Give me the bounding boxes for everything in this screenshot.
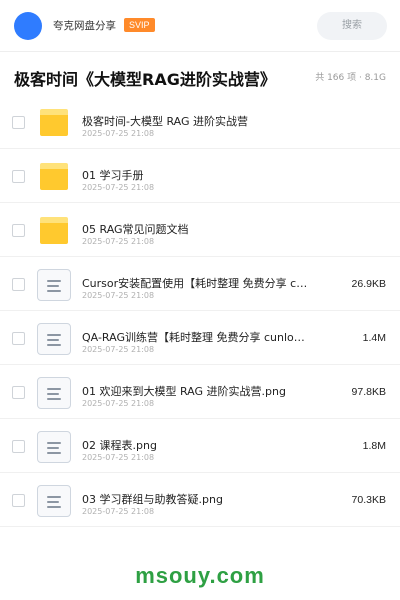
file-size: 26.9KB [351, 278, 386, 290]
document-icon [37, 323, 71, 355]
page-title: 极客时间《大模型RAG进阶实战营》 [14, 70, 276, 89]
row-checkbox[interactable] [12, 278, 25, 291]
row-checkbox[interactable] [12, 224, 25, 237]
file-date: 2025-07-25 21:08 [82, 399, 155, 408]
file-date: 2025-07-25 21:08 [82, 345, 155, 354]
file-name: 01 欢迎来到大模型 RAG 进阶实战营.png [82, 385, 286, 398]
header: 夸克网盘分享 SVIP 搜索 [0, 0, 400, 52]
folder-icon [40, 217, 68, 244]
file-size: 1.8M [362, 440, 386, 452]
file-row[interactable]: 03 学习群组与助教答疑.png 2025-07-25 21:08 70.3KB [0, 473, 400, 527]
file-date: 2025-07-25 21:08 [82, 291, 155, 300]
file-name: Cursor安装配置使用【耗时整理 免费分享 cu… [82, 277, 312, 290]
file-name: 03 学习群组与助教答疑.png [82, 493, 223, 506]
folder-icon [40, 163, 68, 190]
file-row[interactable]: Cursor安装配置使用【耗时整理 免费分享 cu… 2025-07-25 21:… [0, 257, 400, 311]
row-checkbox[interactable] [12, 332, 25, 345]
file-date: 2025-07-25 21:08 [82, 183, 155, 192]
title-bar: 极客时间《大模型RAG进阶实战营》 共 166 项 · 8.1G [0, 52, 400, 98]
search-button[interactable]: 搜索 [317, 12, 387, 40]
file-name: 01 学习手册 [82, 169, 144, 182]
file-size: 70.3KB [351, 494, 386, 506]
folder-row[interactable]: 极客时间-大模型 RAG 进阶实战营 2025-07-25 21:08 [0, 95, 400, 149]
file-size: 1.4M [362, 332, 386, 344]
row-checkbox[interactable] [12, 494, 25, 507]
row-checkbox[interactable] [12, 440, 25, 453]
file-name: QA-RAG训练营【耗时整理 免费分享 cunlo… [82, 331, 305, 344]
document-icon [37, 269, 71, 301]
file-row[interactable]: QA-RAG训练营【耗时整理 免费分享 cunlo… 2025-07-25 21:… [0, 311, 400, 365]
file-name: 05 RAG常见问题文档 [82, 223, 189, 236]
document-icon [37, 431, 71, 463]
svip-badge: SVIP [124, 18, 155, 32]
file-name: 02 课程表.png [82, 439, 157, 452]
file-name: 极客时间-大模型 RAG 进阶实战营 [82, 115, 249, 128]
folder-row[interactable]: 01 学习手册 2025-07-25 21:08 [0, 149, 400, 203]
file-size: 97.8KB [351, 386, 386, 398]
row-checkbox[interactable] [12, 116, 25, 129]
file-date: 2025-07-25 21:08 [82, 507, 155, 516]
item-summary: 共 166 项 · 8.1G [315, 73, 386, 83]
avatar[interactable] [14, 12, 42, 40]
folder-row[interactable]: 05 RAG常见问题文档 2025-07-25 21:08 [0, 203, 400, 257]
file-row[interactable]: 01 欢迎来到大模型 RAG 进阶实战营.png 2025-07-25 21:08… [0, 365, 400, 419]
app-name: 夸克网盘分享 [53, 20, 116, 32]
file-date: 2025-07-25 21:08 [82, 453, 155, 462]
file-date: 2025-07-25 21:08 [82, 129, 155, 138]
row-checkbox[interactable] [12, 170, 25, 183]
folder-icon [40, 109, 68, 136]
row-checkbox[interactable] [12, 386, 25, 399]
document-icon [37, 485, 71, 517]
file-date: 2025-07-25 21:08 [82, 237, 155, 246]
watermark: msouy.com [135, 563, 265, 588]
document-icon [37, 377, 71, 409]
file-row[interactable]: 02 课程表.png 2025-07-25 21:08 1.8M [0, 419, 400, 473]
page: 夸克网盘分享 SVIP 搜索 极客时间《大模型RAG进阶实战营》 共 166 项… [0, 0, 400, 600]
